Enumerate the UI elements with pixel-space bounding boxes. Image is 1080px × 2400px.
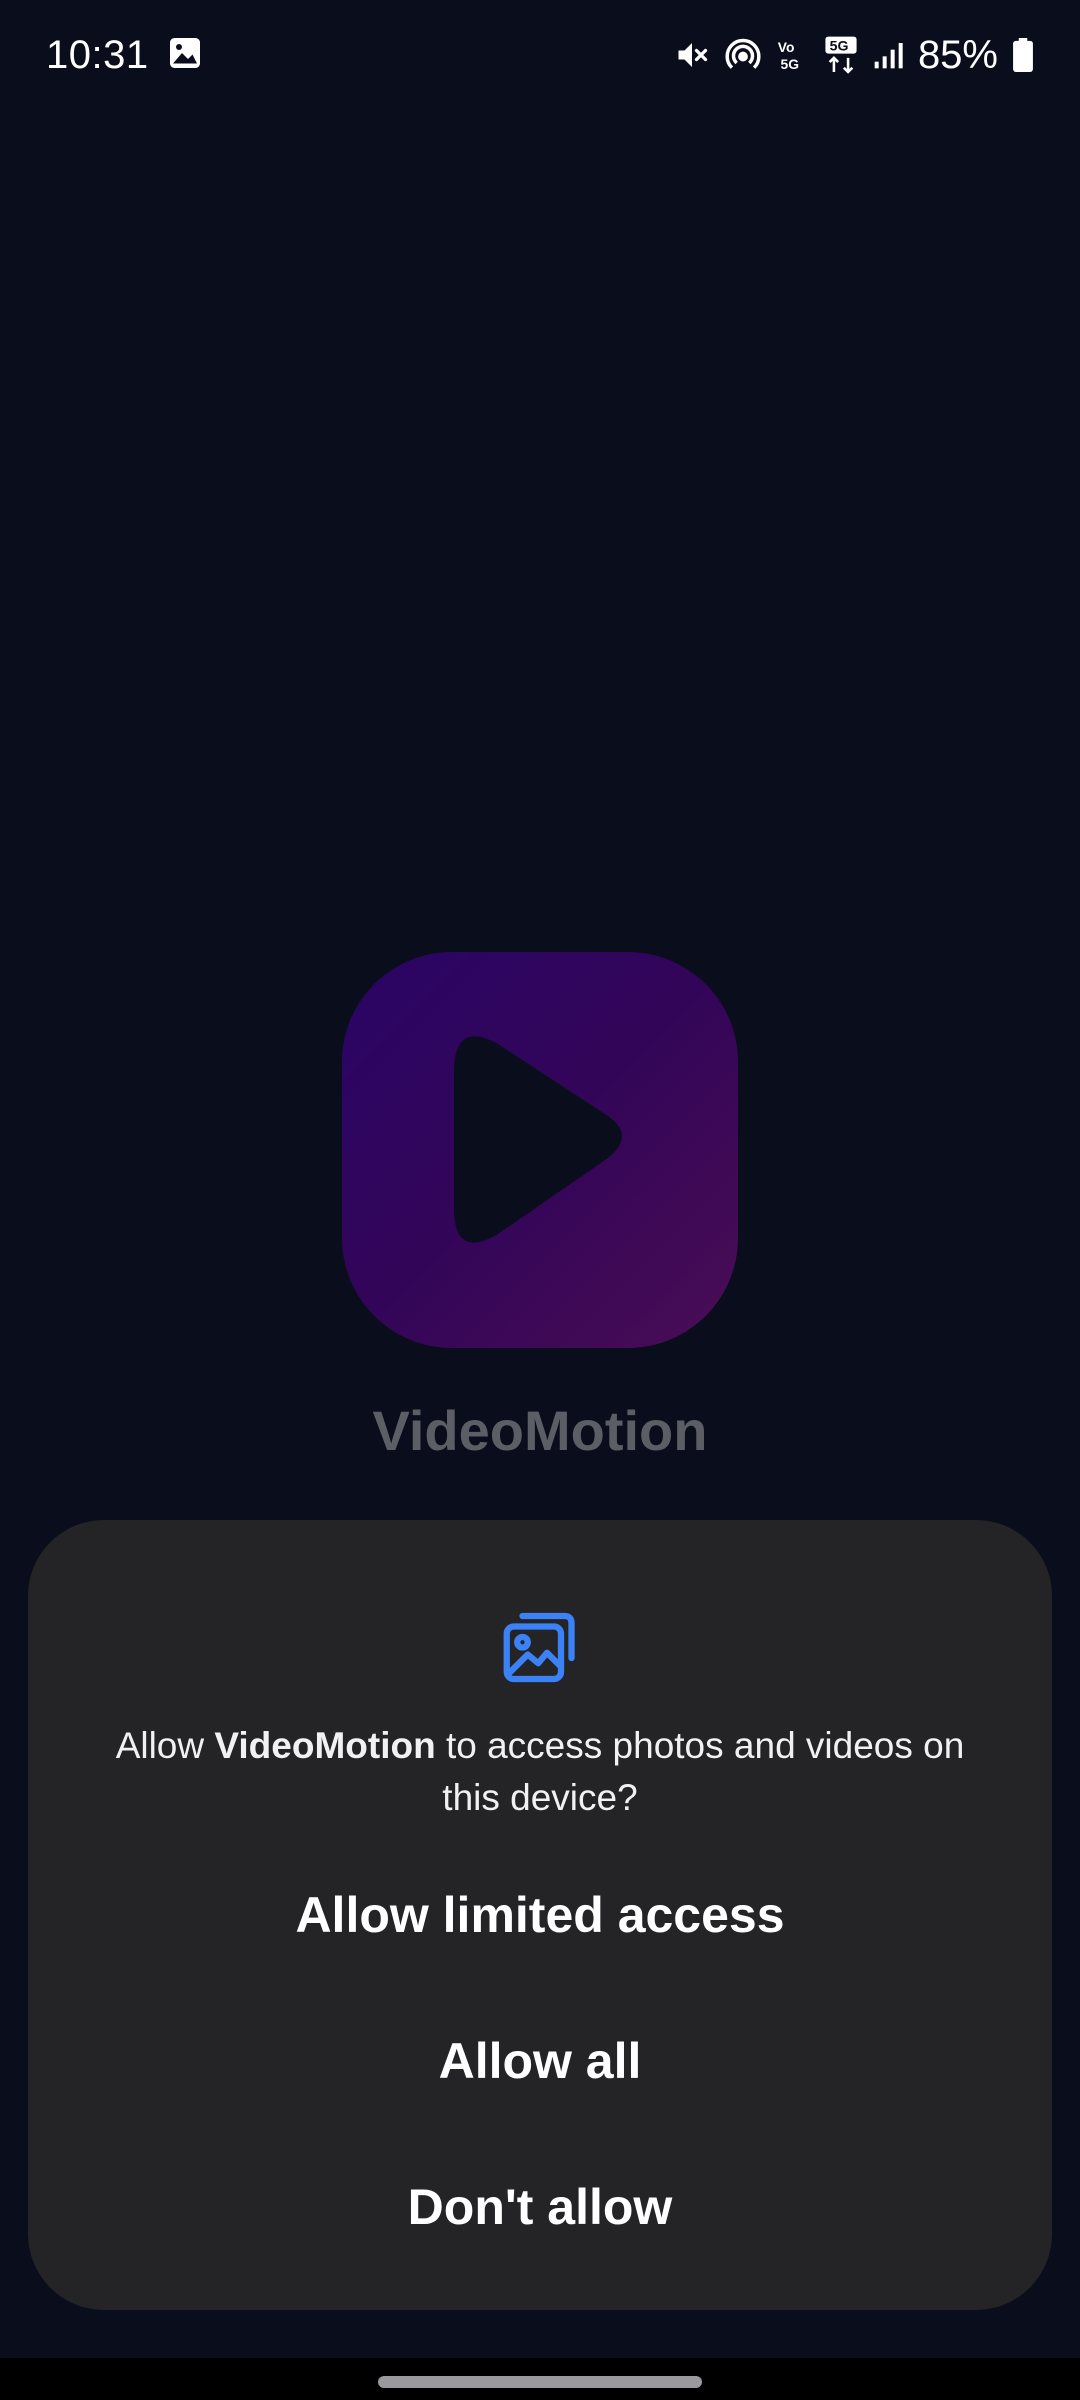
message-suffix: to access photos and videos on this devi…: [435, 1725, 965, 1818]
play-icon: [454, 1036, 622, 1243]
signal-icon: [872, 37, 904, 73]
svg-text:5G: 5G: [830, 39, 849, 55]
app-name: VideoMotion: [372, 1399, 708, 1462]
home-indicator[interactable]: [378, 2376, 702, 2388]
app-screen: 10:31 Vo 5G 5G 85% VideoMotion Allow Vid…: [0, 0, 1080, 2400]
photos-icon: [503, 1612, 575, 1683]
volte-icon: Vo 5G: [776, 37, 810, 73]
app-logo: [342, 952, 738, 1348]
dont-allow-button[interactable]: Don't allow: [28, 2142, 1052, 2272]
permission-dialog: Allow VideoMotion to access photos and v…: [28, 1520, 1052, 2310]
battery-percent: 85%: [917, 32, 998, 77]
message-app-name: VideoMotion: [214, 1725, 436, 1766]
hotspot-icon: [724, 36, 762, 74]
image-icon: [167, 35, 203, 76]
5g-icon: 5G: [824, 35, 858, 75]
status-right: Vo 5G 5G 85%: [674, 33, 1034, 78]
allow-all-button[interactable]: Allow all: [28, 1996, 1052, 2126]
svg-text:Vo: Vo: [778, 39, 795, 55]
mute-icon: [674, 37, 710, 73]
status-time: 10:31: [46, 32, 149, 77]
status-bar: 10:31 Vo 5G 5G 85%: [0, 0, 1080, 110]
message-prefix: Allow: [115, 1725, 215, 1766]
battery-icon: [1012, 38, 1034, 72]
svg-text:5G: 5G: [780, 56, 798, 72]
allow-limited-access-button[interactable]: Allow limited access: [28, 1850, 1052, 1980]
status-left: 10:31: [46, 33, 203, 78]
dialog-message: Allow VideoMotion to access photos and v…: [88, 1720, 992, 1824]
